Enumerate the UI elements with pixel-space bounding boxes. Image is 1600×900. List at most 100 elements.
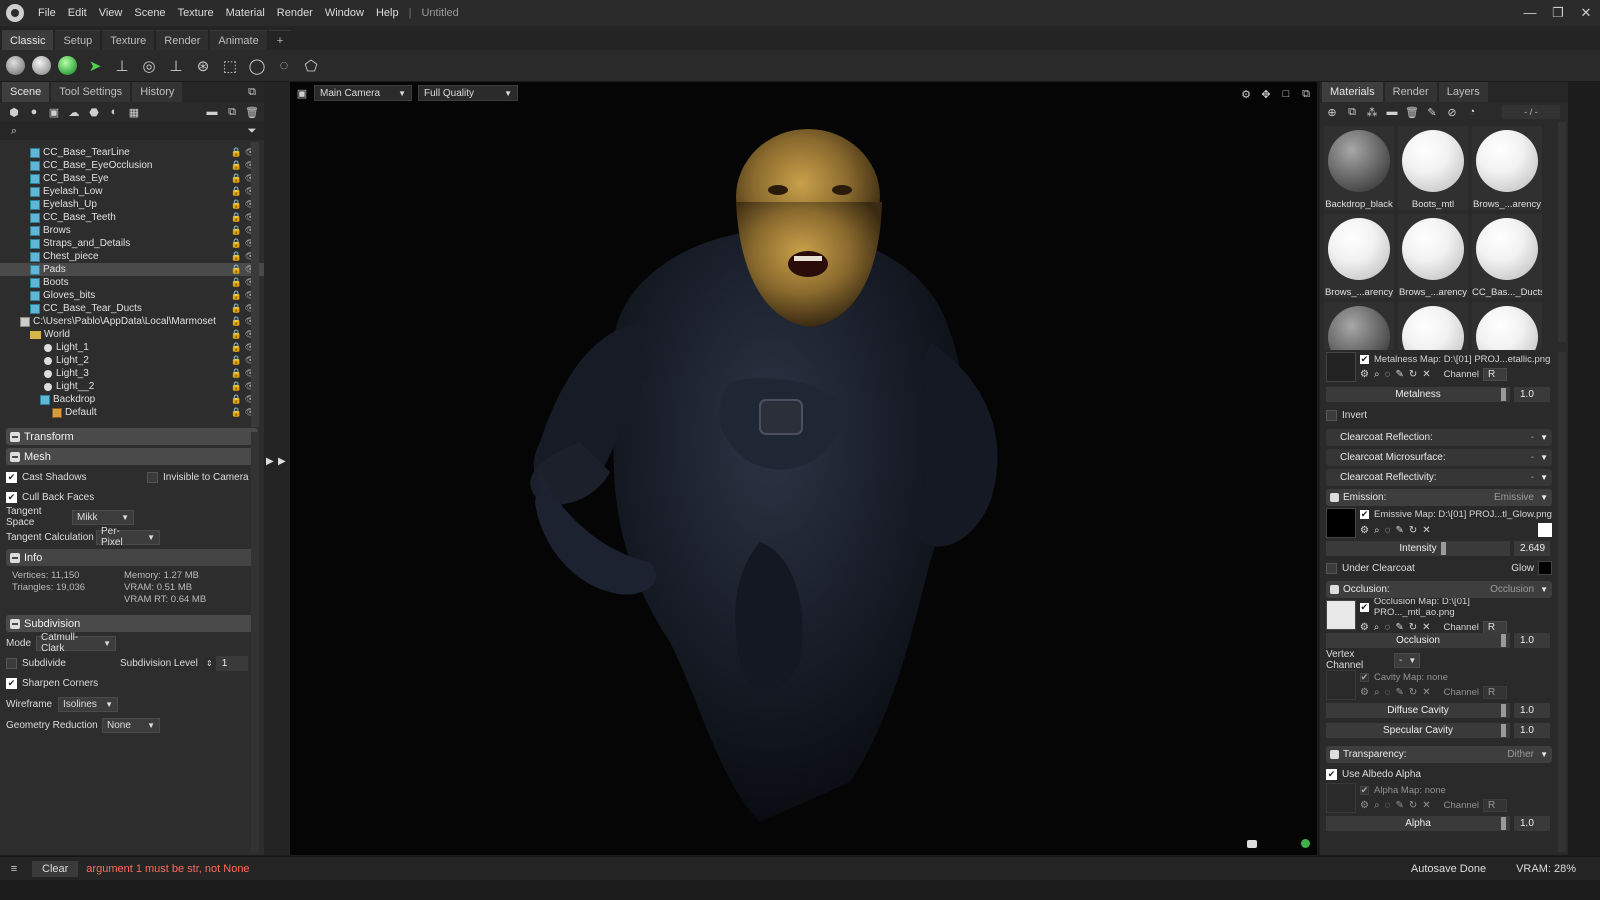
minimize-button[interactable]: — [1516,5,1544,21]
picker-icon[interactable]: ✎ [1424,104,1440,120]
cast-shadows-checkbox[interactable]: ✔ [6,471,17,483]
add-mesh-icon[interactable]: ⬣ [86,104,102,120]
clearcoat-reflection-header[interactable]: Clearcoat Reflection: - ▼ [1326,429,1552,446]
lock-icon[interactable]: 🔒 [231,329,242,340]
scene-tree-item[interactable]: CC_Base_Teeth🔒👁 [0,211,264,224]
map-tools-icon[interactable]: ⚙⌕◌✎↻✕ [1360,369,1436,380]
add-material-icon[interactable]: ⊕ [1324,104,1340,120]
add-shadow-icon[interactable]: ◐ [106,104,122,120]
unassign-icon[interactable]: ◔ [1464,104,1480,120]
scene-tree-item[interactable]: CC_Base_TearLine🔒👁 [0,146,264,159]
tab-render-settings[interactable]: Render [1384,82,1437,102]
scene-tree-item[interactable]: Light_3🔒👁 [0,367,264,380]
material-thumbnail[interactable] [1398,302,1468,350]
alpha-map-checkbox[interactable]: ✔ [1360,785,1369,795]
scene-tree-item[interactable]: Pads🔒👁 [0,263,264,276]
scale-gizmo-icon[interactable]: ⊥ [165,55,187,77]
map-tools-icon[interactable]: ⚙⌕◌✎↻✕ [1360,687,1436,698]
clear-button[interactable]: Clear [32,860,79,877]
tangent-calc-select[interactable]: Per-Pixel ▼ [96,526,160,548]
mesh-section-header[interactable]: Mesh [6,448,258,465]
slider-knob[interactable] [1501,704,1506,717]
material-thumbnail[interactable] [1324,302,1394,350]
shading-full-icon[interactable] [58,56,77,75]
slider-knob[interactable] [1441,542,1446,555]
emissive-color-swatch[interactable] [1538,523,1552,537]
menu-scene[interactable]: Scene [128,7,171,19]
material-thumbnail[interactable]: CC_Bas..._Ducts [1472,214,1542,298]
tab-history[interactable]: History [132,82,183,102]
use-albedo-alpha-checkbox[interactable]: ✔ [1326,768,1337,780]
rotate-gizmo-icon[interactable]: ◎ [138,55,160,77]
camera-icon[interactable]: ▣ [294,85,310,101]
lock-icon[interactable]: 🔒 [231,186,242,197]
occlusion-header[interactable]: Occlusion: Occlusion ▼ [1326,581,1552,598]
properties-scrollbar[interactable] [251,432,259,852]
lock-icon[interactable]: 🔒 [231,381,242,392]
fullscreen-icon[interactable]: ⧉ [1298,86,1314,102]
diffuse-cavity-slider[interactable]: Diffuse Cavity [1326,703,1510,718]
material-thumbnail[interactable]: Backdrop_black [1324,126,1394,210]
camera-select[interactable]: Main Camera ▼ [314,85,412,101]
alpha-map-thumbnail[interactable] [1326,783,1356,813]
material-thumbnail[interactable]: Brows_...arency [1324,214,1394,298]
move-gizmo-icon[interactable]: ⊥ [111,55,133,77]
scene-tree-item[interactable]: CC_Base_EyeOcclusion🔒👁 [0,159,264,172]
specular-cavity-slider[interactable]: Specular Cavity [1326,723,1510,738]
tab-classic[interactable]: Classic [2,30,54,50]
assign-icon[interactable]: ⊘ [1444,104,1460,120]
expand-right-icon[interactable]: ▶ [278,456,286,467]
scene-tree-scrollbar[interactable] [251,142,259,427]
scene-tree-item[interactable]: Straps_and_Details🔒👁 [0,237,264,250]
scene-tree-item[interactable]: Backdrop🔒👁 [0,393,264,406]
menu-window[interactable]: Window [319,7,370,19]
viewport-settings-icon[interactable]: ⚙ [1238,86,1254,102]
scene-tree-item[interactable]: Light_1🔒👁 [0,341,264,354]
vertex-channel-select[interactable]: - ▼ [1394,652,1420,668]
metalness-slider[interactable]: Metalness [1326,387,1510,402]
occlusion-value[interactable]: 1.0 [1514,633,1550,648]
alpha-slider[interactable]: Alpha [1326,816,1510,831]
scene-tree-item[interactable]: Light__2🔒👁 [0,380,264,393]
lock-icon[interactable]: 🔒 [231,251,242,262]
menu-render[interactable]: Render [271,7,319,19]
cull-back-faces-checkbox[interactable]: ✔ [6,491,17,503]
lock-icon[interactable]: 🔒 [231,160,242,171]
slider-knob[interactable] [1501,724,1506,737]
scene-tree-item[interactable]: Gloves_bits🔒👁 [0,289,264,302]
tab-materials[interactable]: Materials [1322,82,1383,102]
quality-select[interactable]: Full Quality ▼ [418,85,518,101]
select-arrow-icon[interactable]: ➤ [84,55,106,77]
shading-lit-icon[interactable] [32,56,51,75]
lock-icon[interactable]: 🔒 [231,407,242,418]
wireframe-select[interactable]: Isolines ▼ [58,696,118,712]
emissive-map-checkbox[interactable]: ✔ [1360,509,1369,519]
scene-tree-item[interactable]: Eyelash_Low🔒👁 [0,185,264,198]
channel-select[interactable]: R [1483,685,1508,699]
scene-tree-item[interactable]: CC_Base_Tear_Ducts🔒👁 [0,302,264,315]
lock-icon[interactable]: 🔒 [231,368,242,379]
scene-tree-item[interactable]: Boots🔒👁 [0,276,264,289]
material-thumbnail[interactable]: Brows_...arency [1472,126,1542,210]
subdivision-section-header[interactable]: Subdivision [6,615,258,632]
filter-icon[interactable]: ⏷ [244,123,260,139]
add-tab-button[interactable]: + [268,30,292,50]
occlusion-slider[interactable]: Occlusion [1326,633,1510,648]
tab-render[interactable]: Render [156,30,209,50]
occlusion-map-thumbnail[interactable] [1326,600,1356,630]
lasso-select-icon[interactable]: ◌ [273,55,295,77]
add-light-icon[interactable]: ● [26,104,42,120]
rect-select-icon[interactable]: ⬚ [219,55,241,77]
specular-cavity-value[interactable]: 1.0 [1514,723,1550,738]
tangent-space-select[interactable]: Mikk ▼ [72,509,134,525]
transparency-header[interactable]: Transparency: Dither ▼ [1326,746,1552,763]
clearcoat-reflectivity-header[interactable]: Clearcoat Reflectivity: - ▼ [1326,469,1552,486]
properties-scrollbar[interactable] [1558,352,1566,852]
open-folder-icon[interactable]: ▬ [1384,104,1400,120]
lock-icon[interactable]: 🔒 [231,147,242,158]
intensity-slider[interactable]: Intensity [1326,541,1510,556]
tab-setup[interactable]: Setup [55,30,101,50]
transform-section-header[interactable]: Transform [6,428,258,445]
under-clearcoat-checkbox[interactable] [1326,562,1337,574]
metalness-map-thumbnail[interactable] [1326,352,1356,382]
